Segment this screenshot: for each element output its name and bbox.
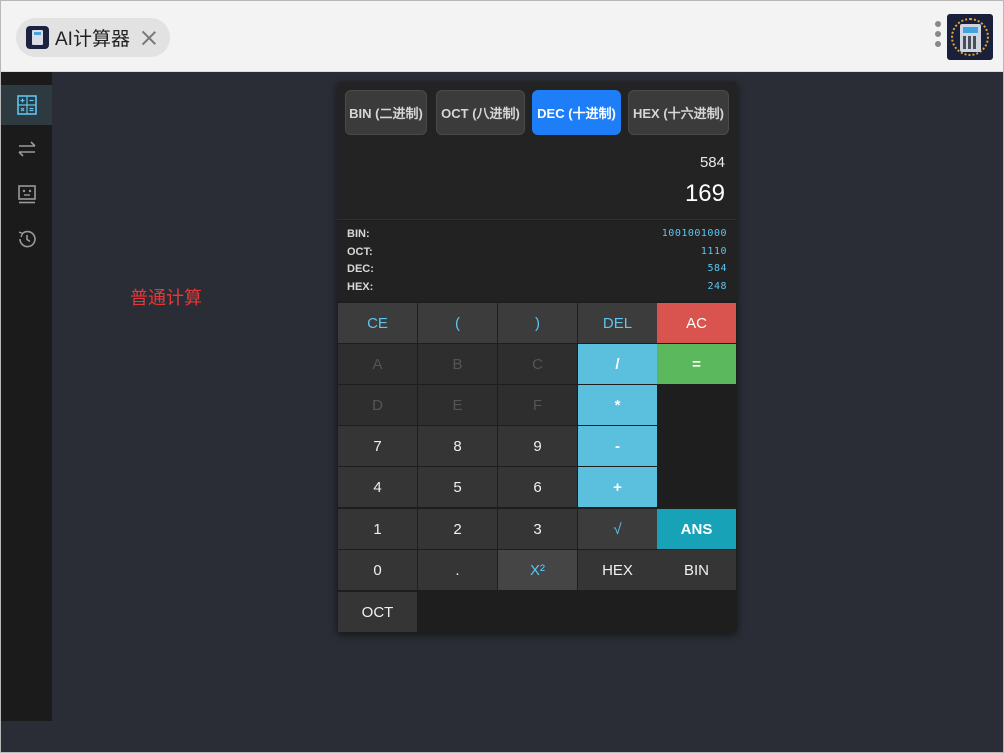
sidebar-item-calculator[interactable]: [1, 85, 52, 125]
tab-bin[interactable]: BIN (二进制): [345, 90, 427, 135]
digit-9-button[interactable]: 9: [498, 426, 577, 466]
calculator-panel: BIN (二进制) OCT (八进制) DEC (十进制) HEX (十六进制)…: [337, 82, 737, 633]
to-hex-button[interactable]: HEX: [578, 550, 657, 590]
conversion-label: BIN:: [347, 228, 370, 240]
delete-button[interactable]: DEL: [578, 303, 657, 343]
calculator-app-icon: [26, 26, 49, 49]
to-bin-button[interactable]: BIN: [657, 550, 736, 590]
sidebar: [1, 72, 52, 721]
conversion-value: 1110: [700, 246, 727, 257]
calculator-icon: [16, 95, 37, 115]
digit-1-button[interactable]: 1: [338, 509, 417, 549]
digit-0-button[interactable]: 0: [338, 550, 417, 590]
decimal-point-button[interactable]: .: [418, 550, 497, 590]
digit-5-button[interactable]: 5: [418, 467, 497, 507]
history-icon: [18, 230, 36, 248]
app-tab[interactable]: AI计算器: [16, 18, 170, 57]
add-button[interactable]: +: [578, 467, 657, 507]
result-text: 169: [684, 180, 725, 207]
close-icon[interactable]: [138, 27, 160, 49]
sqrt-button[interactable]: √: [578, 509, 657, 549]
robot-icon: [17, 185, 36, 204]
tab-dec[interactable]: DEC (十进制): [532, 90, 621, 135]
conversion-row-oct: OCT: 1110: [337, 246, 737, 263]
hex-c-button[interactable]: C: [498, 344, 577, 384]
right-paren-button[interactable]: ): [498, 303, 577, 343]
sidebar-item-history[interactable]: [1, 219, 52, 259]
conversion-label: DEC:: [347, 263, 374, 275]
sidebar-item-ai-assistant[interactable]: [1, 174, 52, 214]
conversion-label: OCT:: [347, 246, 373, 258]
base-conversion-panel: BIN: 1001001000 OCT: 1110 DEC: 584 HEX: …: [337, 221, 737, 301]
multiply-button[interactable]: *: [578, 385, 657, 425]
conversion-value: 1001001000: [661, 228, 727, 239]
app-window: AI计算器 普通计算 BIN (二进制) OCT (八进制) DEC (十进制)…: [0, 0, 1004, 753]
hex-d-button[interactable]: D: [338, 385, 417, 425]
calculator-display: 584 169: [337, 142, 737, 220]
tab-oct[interactable]: OCT (八进制): [436, 90, 525, 135]
conversion-row-dec: DEC: 584: [337, 263, 737, 280]
square-button[interactable]: X²: [498, 550, 577, 590]
left-paren-button[interactable]: (: [418, 303, 497, 343]
title-bar: AI计算器: [1, 1, 1003, 72]
conversion-row-hex: HEX: 248: [337, 281, 737, 298]
sidebar-item-convert[interactable]: [1, 129, 52, 169]
base-tabs: BIN (二进制) OCT (八进制) DEC (十进制) HEX (十六进制): [337, 82, 737, 142]
conversion-value: 248: [707, 281, 727, 292]
subtract-button[interactable]: -: [578, 426, 657, 466]
hex-f-button[interactable]: F: [498, 385, 577, 425]
more-vertical-icon[interactable]: [933, 21, 943, 51]
tab-title: AI计算器: [55, 29, 130, 50]
conversion-row-bin: BIN: 1001001000: [337, 228, 737, 245]
ans-button[interactable]: ANS: [657, 509, 736, 549]
digit-6-button[interactable]: 6: [498, 467, 577, 507]
divide-button[interactable]: /: [578, 344, 657, 384]
expression-text: 584: [699, 154, 725, 171]
hex-e-button[interactable]: E: [418, 385, 497, 425]
conversion-label: HEX:: [347, 281, 374, 293]
all-clear-button[interactable]: AC: [657, 303, 736, 343]
digit-7-button[interactable]: 7: [338, 426, 417, 466]
calculator-logo-icon: [947, 14, 993, 60]
digit-8-button[interactable]: 8: [418, 426, 497, 466]
keypad: CE ( ) DEL AC A B C / = D E F * 7 8 9 - …: [337, 302, 737, 633]
to-oct-button[interactable]: OCT: [338, 592, 417, 632]
conversion-value: 584: [707, 263, 727, 274]
swap-arrows-icon: [17, 141, 36, 157]
mode-label: 普通计算: [130, 288, 202, 308]
hex-a-button[interactable]: A: [338, 344, 417, 384]
digit-4-button[interactable]: 4: [338, 467, 417, 507]
digit-3-button[interactable]: 3: [498, 509, 577, 549]
hex-b-button[interactable]: B: [418, 344, 497, 384]
ce-button[interactable]: CE: [338, 303, 417, 343]
digit-2-button[interactable]: 2: [418, 509, 497, 549]
equals-button[interactable]: =: [657, 344, 736, 384]
tab-hex[interactable]: HEX (十六进制): [628, 90, 729, 135]
